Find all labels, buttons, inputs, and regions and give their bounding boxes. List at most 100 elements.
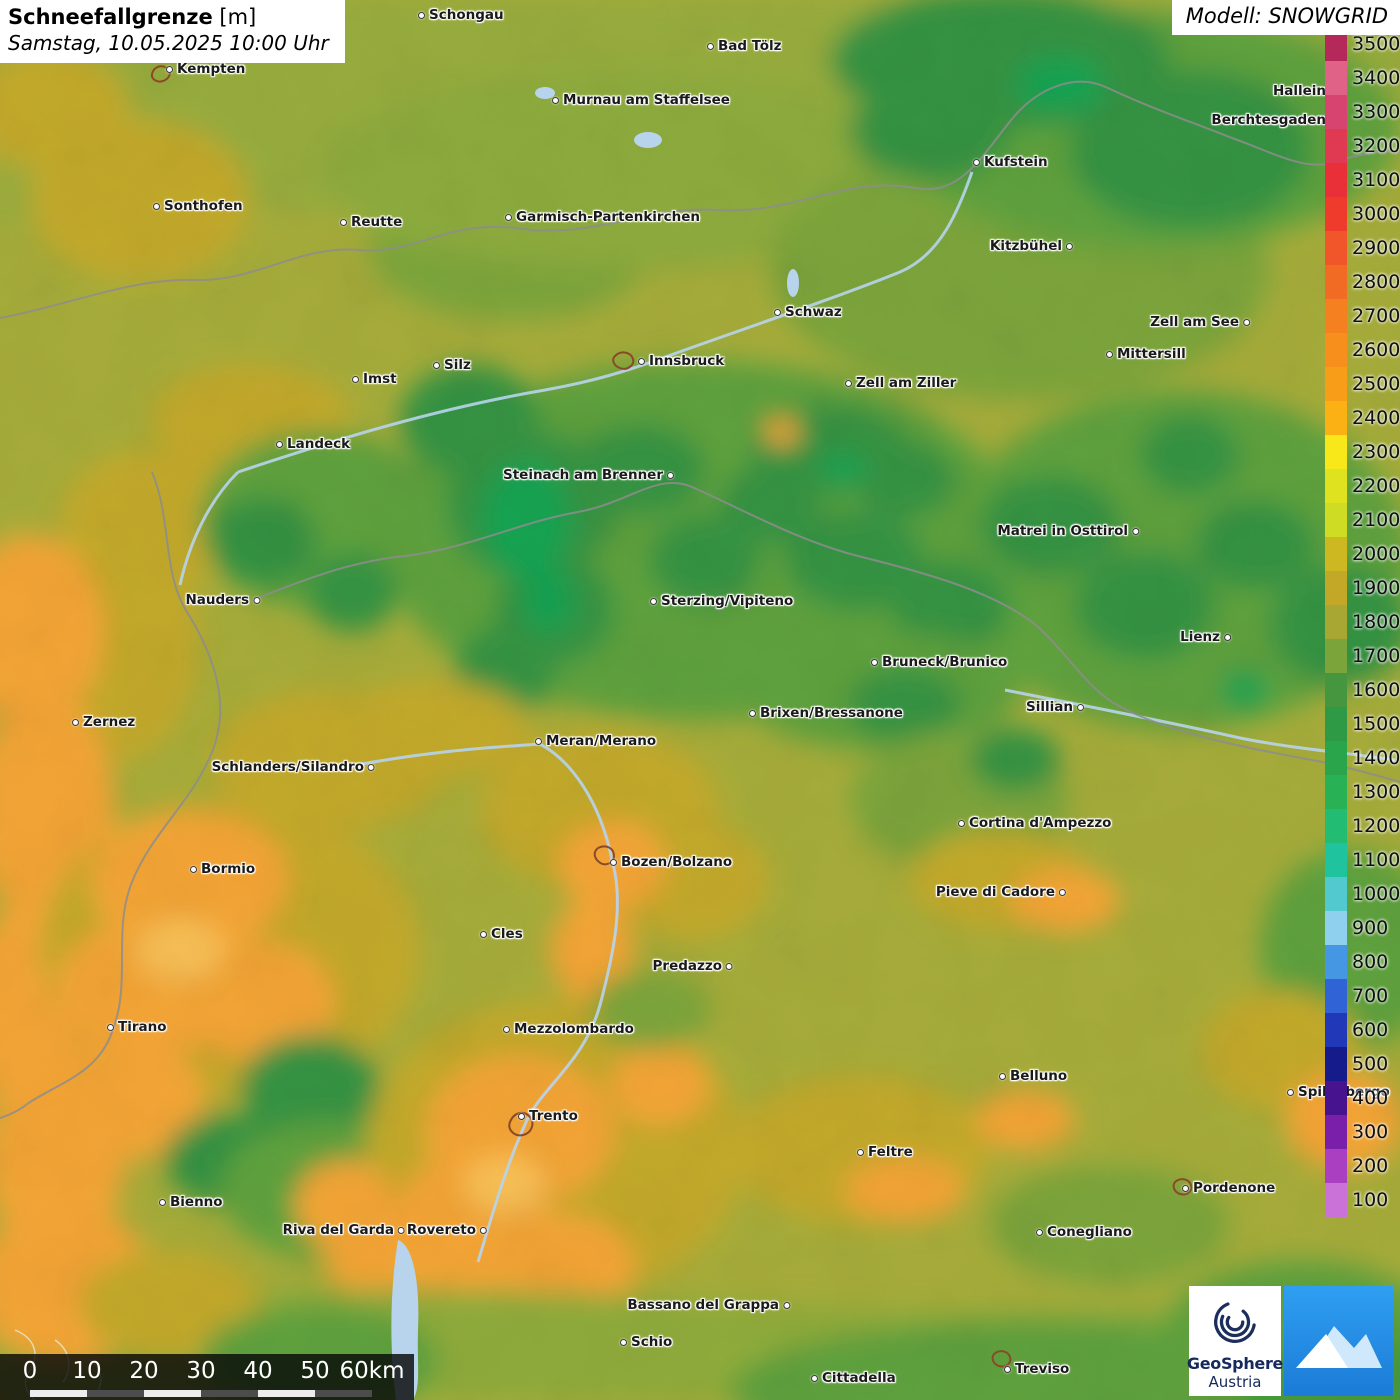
map-datetime: Samstag, 10.05.2025 10:00 Uhr <box>8 31 329 55</box>
legend-swatch <box>1325 163 1347 197</box>
legend-value: 2900 <box>1352 237 1398 259</box>
map-title: Schneefallgrenze <box>8 5 213 29</box>
legend-row: 1300 <box>1325 775 1398 809</box>
legend-swatch <box>1325 401 1347 435</box>
legend-row: 2800 <box>1325 265 1398 299</box>
legend-row: 2900 <box>1325 231 1398 265</box>
legend-swatch <box>1325 571 1347 605</box>
geosphere-spiral-icon <box>1206 1293 1264 1351</box>
legend-value: 1400 <box>1352 747 1398 769</box>
legend-value: 2400 <box>1352 407 1398 429</box>
scalebar-segment <box>87 1390 144 1397</box>
legend-row: 3400 <box>1325 61 1398 95</box>
legend-swatch <box>1325 877 1347 911</box>
legend-row: 2100 <box>1325 503 1398 537</box>
legend-value: 2100 <box>1352 509 1398 531</box>
legend-row: 3200 <box>1325 129 1398 163</box>
legend-value: 800 <box>1352 951 1398 973</box>
branding: GeoSphere Austria <box>1189 1286 1393 1396</box>
legend-scale: 3500340033003200310030002900280027002600… <box>1325 27 1398 1217</box>
scalebar-segment <box>201 1390 258 1397</box>
legend-swatch <box>1325 1047 1347 1081</box>
legend-row: 900 <box>1325 911 1398 945</box>
legend-value: 1500 <box>1352 713 1398 735</box>
legend-value: 1300 <box>1352 781 1398 803</box>
map-unit: [m] <box>219 5 256 29</box>
legend-value: 1200 <box>1352 815 1398 837</box>
scalebar-label: 20 <box>129 1358 158 1384</box>
legend-value: 2000 <box>1352 543 1398 565</box>
scalebar-label: 40 <box>243 1358 272 1384</box>
legend-swatch <box>1325 741 1347 775</box>
legend-swatch <box>1325 333 1347 367</box>
scalebar-label: 60km <box>340 1358 405 1384</box>
legend-value: 1900 <box>1352 577 1398 599</box>
legend-value: 2600 <box>1352 339 1398 361</box>
legend-value: 3000 <box>1352 203 1398 225</box>
scalebar-label: 50 <box>300 1358 329 1384</box>
scalebar-label: 30 <box>186 1358 215 1384</box>
legend-swatch <box>1325 1149 1347 1183</box>
model-label: Modell: SNOWGRID <box>1172 0 1400 35</box>
brand-name: GeoSphere <box>1187 1354 1283 1373</box>
scalebar-segment <box>315 1390 372 1397</box>
legend-value: 500 <box>1352 1053 1398 1075</box>
legend-value: 3400 <box>1352 67 1398 89</box>
legend-row: 1500 <box>1325 707 1398 741</box>
legend-swatch <box>1325 61 1347 95</box>
legend-row: 2300 <box>1325 435 1398 469</box>
legend-swatch <box>1325 231 1347 265</box>
geosphere-mountain-logo <box>1284 1286 1393 1396</box>
legend-swatch <box>1325 809 1347 843</box>
legend-value: 1800 <box>1352 611 1398 633</box>
legend-value: 3300 <box>1352 101 1398 123</box>
scalebar-label: 10 <box>72 1358 101 1384</box>
legend-swatch <box>1325 537 1347 571</box>
legend-value: 600 <box>1352 1019 1398 1041</box>
brand-country: Austria <box>1209 1373 1262 1391</box>
legend-row: 3300 <box>1325 95 1398 129</box>
scalebar: 0 10 20 30 40 50 60km <box>0 1354 414 1400</box>
legend-row: 1400 <box>1325 741 1398 775</box>
legend-value: 3100 <box>1352 169 1398 191</box>
legend-value: 700 <box>1352 985 1398 1007</box>
legend-swatch <box>1325 265 1347 299</box>
legend-value: 900 <box>1352 917 1398 939</box>
mountain-icon <box>1284 1286 1393 1396</box>
scalebar-label: 0 <box>23 1358 38 1384</box>
legend-swatch <box>1325 1081 1347 1115</box>
legend-row: 2200 <box>1325 469 1398 503</box>
legend-swatch <box>1325 1013 1347 1047</box>
legend-swatch <box>1325 435 1347 469</box>
legend-value: 1600 <box>1352 679 1398 701</box>
legend-value: 300 <box>1352 1121 1398 1143</box>
legend-swatch <box>1325 95 1347 129</box>
legend-value: 2500 <box>1352 373 1398 395</box>
legend-swatch <box>1325 945 1347 979</box>
legend-swatch <box>1325 469 1347 503</box>
legend-row: 1900 <box>1325 571 1398 605</box>
legend-swatch <box>1325 979 1347 1013</box>
legend-row: 200 <box>1325 1149 1398 1183</box>
scalebar-segment <box>30 1390 87 1397</box>
legend-value: 400 <box>1352 1087 1398 1109</box>
scalebar-segment <box>144 1390 201 1397</box>
legend-row: 2700 <box>1325 299 1398 333</box>
scalebar-stripes <box>30 1390 372 1397</box>
legend-swatch <box>1325 673 1347 707</box>
legend-swatch <box>1325 503 1347 537</box>
legend-value: 2300 <box>1352 441 1398 463</box>
legend-swatch <box>1325 367 1347 401</box>
legend-row: 2400 <box>1325 401 1398 435</box>
legend-row: 700 <box>1325 979 1398 1013</box>
legend-row: 1100 <box>1325 843 1398 877</box>
legend-row: 400 <box>1325 1081 1398 1115</box>
legend-row: 1200 <box>1325 809 1398 843</box>
legend-row: 1800 <box>1325 605 1398 639</box>
legend-row: 2000 <box>1325 537 1398 571</box>
legend-row: 300 <box>1325 1115 1398 1149</box>
legend-value: 200 <box>1352 1155 1398 1177</box>
map-canvas <box>0 0 1400 1400</box>
legend-swatch <box>1325 605 1347 639</box>
legend-value: 1000 <box>1352 883 1398 905</box>
